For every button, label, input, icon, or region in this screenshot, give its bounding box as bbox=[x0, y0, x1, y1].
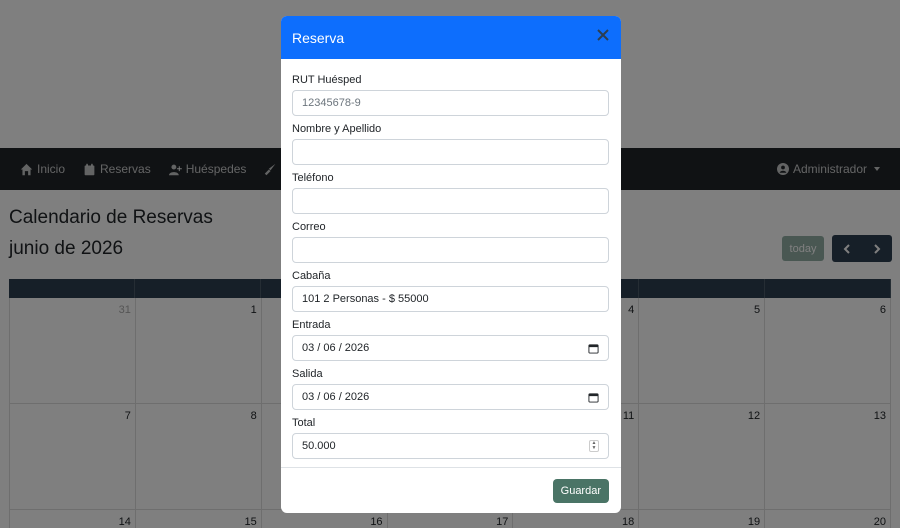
total-label: Total bbox=[292, 417, 316, 429]
salida-date-value: 03 / 06 / 2026 bbox=[302, 391, 370, 403]
correo-field-group: Correo bbox=[292, 221, 610, 263]
modal-body: RUT Huésped 12345678-9 Nombre y Apellido… bbox=[281, 59, 621, 459]
close-icon bbox=[597, 29, 609, 41]
entrada-date-input[interactable]: 03 / 06 / 2026 bbox=[292, 335, 609, 361]
number-spinner-icon[interactable]: ▲ ▼ bbox=[589, 440, 599, 452]
entrada-label: Entrada bbox=[292, 319, 331, 331]
nombre-label: Nombre y Apellido bbox=[292, 123, 382, 135]
telefono-field-group: Teléfono bbox=[292, 172, 610, 214]
salida-label: Salida bbox=[292, 368, 323, 380]
rut-field-group: RUT Huésped 12345678-9 bbox=[292, 74, 610, 116]
nombre-field-group: Nombre y Apellido bbox=[292, 123, 610, 165]
close-button[interactable] bbox=[596, 28, 610, 47]
entrada-field-group: Entrada 03 / 06 / 2026 bbox=[292, 319, 610, 361]
total-number-input[interactable]: 50.000 ▲ ▼ bbox=[292, 433, 609, 459]
rut-input[interactable]: 12345678-9 bbox=[292, 90, 609, 116]
total-field-group: Total 50.000 ▲ ▼ bbox=[292, 417, 610, 459]
cabana-label: Cabaña bbox=[292, 270, 331, 282]
nombre-input[interactable] bbox=[292, 139, 609, 165]
calendar-icon[interactable] bbox=[588, 392, 599, 403]
reservation-modal: Reserva RUT Huésped 12345678-9 Nombre y … bbox=[281, 16, 621, 513]
rut-label: RUT Huésped bbox=[292, 74, 362, 86]
modal-title: Reserva bbox=[292, 29, 345, 46]
correo-label: Correo bbox=[292, 221, 326, 233]
modal-footer: Guardar bbox=[281, 467, 621, 513]
correo-input[interactable] bbox=[292, 237, 609, 263]
telefono-label: Teléfono bbox=[292, 172, 334, 184]
entrada-date-value: 03 / 06 / 2026 bbox=[302, 342, 370, 354]
save-button[interactable]: Guardar bbox=[552, 478, 609, 503]
modal-header: Reserva bbox=[281, 16, 621, 59]
calendar-icon[interactable] bbox=[588, 343, 599, 354]
cabana-field-group: Cabaña 101 2 Personas - $ 55000 bbox=[292, 270, 610, 312]
cabana-select[interactable]: 101 2 Personas - $ 55000 bbox=[292, 286, 609, 312]
salida-field-group: Salida 03 / 06 / 2026 bbox=[292, 368, 610, 410]
telefono-input[interactable] bbox=[292, 188, 609, 214]
salida-date-input[interactable]: 03 / 06 / 2026 bbox=[292, 384, 609, 410]
total-value: 50.000 bbox=[302, 440, 336, 452]
